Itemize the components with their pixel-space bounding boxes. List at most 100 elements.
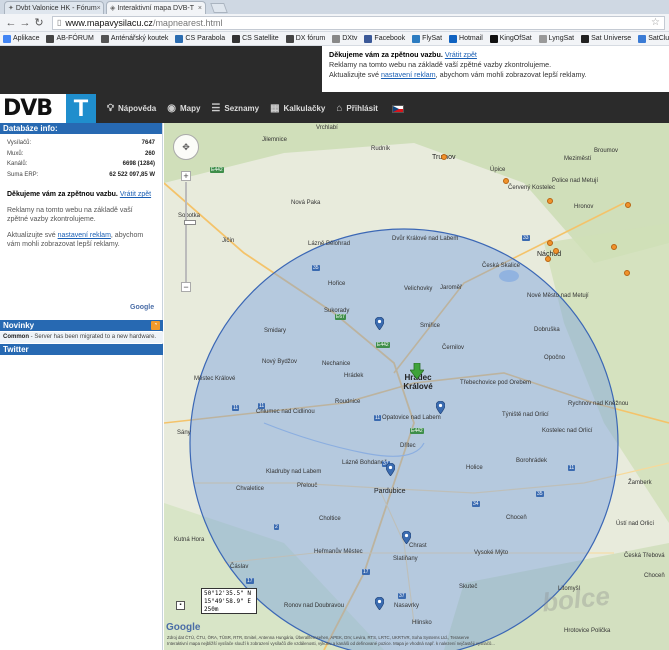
logo-t: T xyxy=(66,94,96,123)
bookmark-item[interactable]: DXtv xyxy=(332,34,357,43)
bookmark-icon xyxy=(638,34,647,43)
dvbt-logo[interactable]: DVB T xyxy=(0,94,96,123)
url-input[interactable]: ▯ www.mapavysilacu.cz /mapnearest.html ☆ xyxy=(52,15,665,30)
transmitter-dot-icon[interactable] xyxy=(553,248,559,254)
url-domain: www.mapavysilacu.cz xyxy=(65,17,153,28)
map-canvas[interactable]: VrchlabíTrutnovJilemniceRudníkÚpiceMezim… xyxy=(164,123,669,650)
transmitter-marker-icon[interactable] xyxy=(386,463,395,476)
new-tab-button[interactable] xyxy=(210,3,228,13)
ad-title: Děkujeme vám za zpětnou vazbu. xyxy=(329,50,443,59)
bookmark-item[interactable]: FlySat xyxy=(412,34,442,43)
pan-control[interactable]: ✥ xyxy=(173,134,199,160)
nav-seznamy[interactable]: ☰ Seznamy xyxy=(211,103,259,114)
twitter-header[interactable]: Twitter xyxy=(0,344,163,355)
bookmark-item[interactable]: KingOfSat xyxy=(489,34,532,43)
page-icon: ◈ xyxy=(110,5,116,12)
tab-label: Dvbt Valonice HK - Fórum xyxy=(15,4,97,12)
close-icon[interactable]: × xyxy=(97,5,101,12)
twitter-title: Twitter xyxy=(3,345,29,354)
transmitter-dot-icon[interactable] xyxy=(611,244,617,250)
bookmark-item[interactable]: LyngSat xyxy=(538,34,574,43)
bookmark-icon xyxy=(332,34,341,43)
bookmark-item[interactable]: Facebook xyxy=(364,34,405,43)
transmitter-marker-icon[interactable] xyxy=(436,401,445,414)
bookmark-label: KingOfSat xyxy=(499,35,532,42)
close-icon[interactable]: × xyxy=(198,5,202,12)
bookmark-icon xyxy=(46,34,55,43)
ad-settings-link[interactable]: nastavení reklam xyxy=(58,232,111,239)
zoom-track[interactable] xyxy=(184,182,196,282)
bookmark-item[interactable]: SatClub xyxy=(638,34,669,43)
map-place-label: Vysoké Mýto xyxy=(474,550,509,556)
map-place-label: Dobruška xyxy=(534,327,560,333)
browser-tab-mapa[interactable]: ◈ Interaktivní mapa DVB-T × xyxy=(106,1,206,14)
coord-lon: 15°49'58.9" E xyxy=(204,598,251,605)
center-arrow-icon[interactable] xyxy=(410,363,424,379)
road-number-label: E442 xyxy=(210,167,224,173)
bookmark-label: SatClub xyxy=(648,35,669,42)
bookmark-label: Hotmail xyxy=(459,35,483,42)
road-number-label: 2 xyxy=(274,524,279,530)
undo-link[interactable]: Vrátit zpět xyxy=(120,191,151,198)
bookmark-icon xyxy=(100,34,109,43)
transmitter-marker-icon[interactable] xyxy=(375,597,384,610)
nav-napoveda[interactable]: 💡︎ Nápověda xyxy=(107,103,156,114)
nav-kalkulacky[interactable]: ▦ Kalkulačky xyxy=(270,103,325,114)
attribution-line: Interaktivní mapa nejbližší vysílače slo… xyxy=(167,641,495,646)
news-title: Novinky xyxy=(3,321,35,330)
transmitter-dot-icon[interactable] xyxy=(625,202,631,208)
bookmark-item[interactable]: CS Satellite xyxy=(232,34,279,43)
zoom-in-button[interactable]: + xyxy=(181,171,191,181)
transmitter-dot-icon[interactable] xyxy=(503,178,509,184)
tab-label: Interaktivní mapa DVB-T xyxy=(117,4,195,12)
bookmark-item[interactable]: Sat Universe xyxy=(581,34,631,43)
map-place-label: Choceň xyxy=(506,515,527,521)
bookmark-item[interactable]: Anténářský koutek xyxy=(100,34,168,43)
transmitter-marker-icon[interactable] xyxy=(402,531,411,544)
map-place-label: Roudnice xyxy=(335,399,361,405)
map-place-label: Červený Kostelec xyxy=(508,185,556,191)
transmitter-dot-icon[interactable] xyxy=(545,256,551,262)
road-number-label: 33 xyxy=(522,235,530,241)
map-place-label: Městec Králové xyxy=(194,376,236,382)
bookmark-item[interactable]: DX fórum xyxy=(285,34,325,43)
ad-settings-link[interactable]: nastavení reklam xyxy=(381,70,436,79)
forward-arrow-icon[interactable]: → xyxy=(18,17,32,29)
reload-icon[interactable]: ↻ xyxy=(32,16,46,29)
road-number-label: 11 xyxy=(374,415,382,421)
road-number-label: E442 xyxy=(376,342,390,348)
bookmark-icon xyxy=(449,34,458,43)
map-place-label: Ronov nad Doubravou xyxy=(284,603,345,609)
stat-value: 260 xyxy=(144,150,155,157)
nav-prihlasit[interactable]: ⌂ Přihlásit xyxy=(336,103,378,114)
bookmark-item[interactable]: AB-FÓRUM xyxy=(46,34,94,43)
coords-toggle-button[interactable]: ▪ xyxy=(176,601,185,610)
bookmark-item[interactable]: Aplikace xyxy=(3,34,39,43)
db-info-title: Databáze info: xyxy=(0,123,162,134)
bookmark-label: AB-FÓRUM xyxy=(56,35,94,42)
nav-label: Kalkulačky xyxy=(283,104,326,113)
transmitter-dot-icon[interactable] xyxy=(624,270,630,276)
browser-tab-forum[interactable]: ✦ Dvbt Valonice HK - Fórum × xyxy=(4,1,104,14)
transmitter-marker-icon[interactable] xyxy=(375,317,384,330)
back-arrow-icon[interactable]: ← xyxy=(4,17,18,29)
undo-link[interactable]: Vrátit zpět xyxy=(445,50,477,59)
bookmark-item[interactable]: CS Parabola xyxy=(175,34,225,43)
news-header[interactable]: Novinky ◔ xyxy=(0,320,163,331)
nav-mapy[interactable]: ◉ Mapy xyxy=(167,103,200,114)
zoom-out-button[interactable]: − xyxy=(181,282,191,292)
db-stats: Vysílačů: 7647 Muxů: 260 Kanálů: 6698 (1284… xyxy=(0,134,162,184)
czech-flag-icon[interactable] xyxy=(391,104,404,113)
stat-label: Muxů: xyxy=(7,150,24,157)
rss-icon[interactable]: ◔ xyxy=(151,321,160,330)
transmitter-dot-icon[interactable] xyxy=(547,198,553,204)
map-place-label: Úpice xyxy=(490,167,506,173)
star-icon[interactable]: ☆ xyxy=(651,17,660,28)
zoom-slider-handle[interactable] xyxy=(184,220,196,225)
transmitter-dot-icon[interactable] xyxy=(441,154,447,160)
news-item[interactable]: Common - Server has been migrated to a n… xyxy=(0,332,163,343)
map-attribution: Zdroj dat ČTÚ, ČTU, ÖRA, TÜSR, RTR, Emit… xyxy=(167,635,667,647)
transmitter-dot-icon[interactable] xyxy=(547,240,553,246)
map-place-label: Dvůr Králové nad Labem xyxy=(392,236,459,242)
bookmark-item[interactable]: Hotmail xyxy=(449,34,483,43)
